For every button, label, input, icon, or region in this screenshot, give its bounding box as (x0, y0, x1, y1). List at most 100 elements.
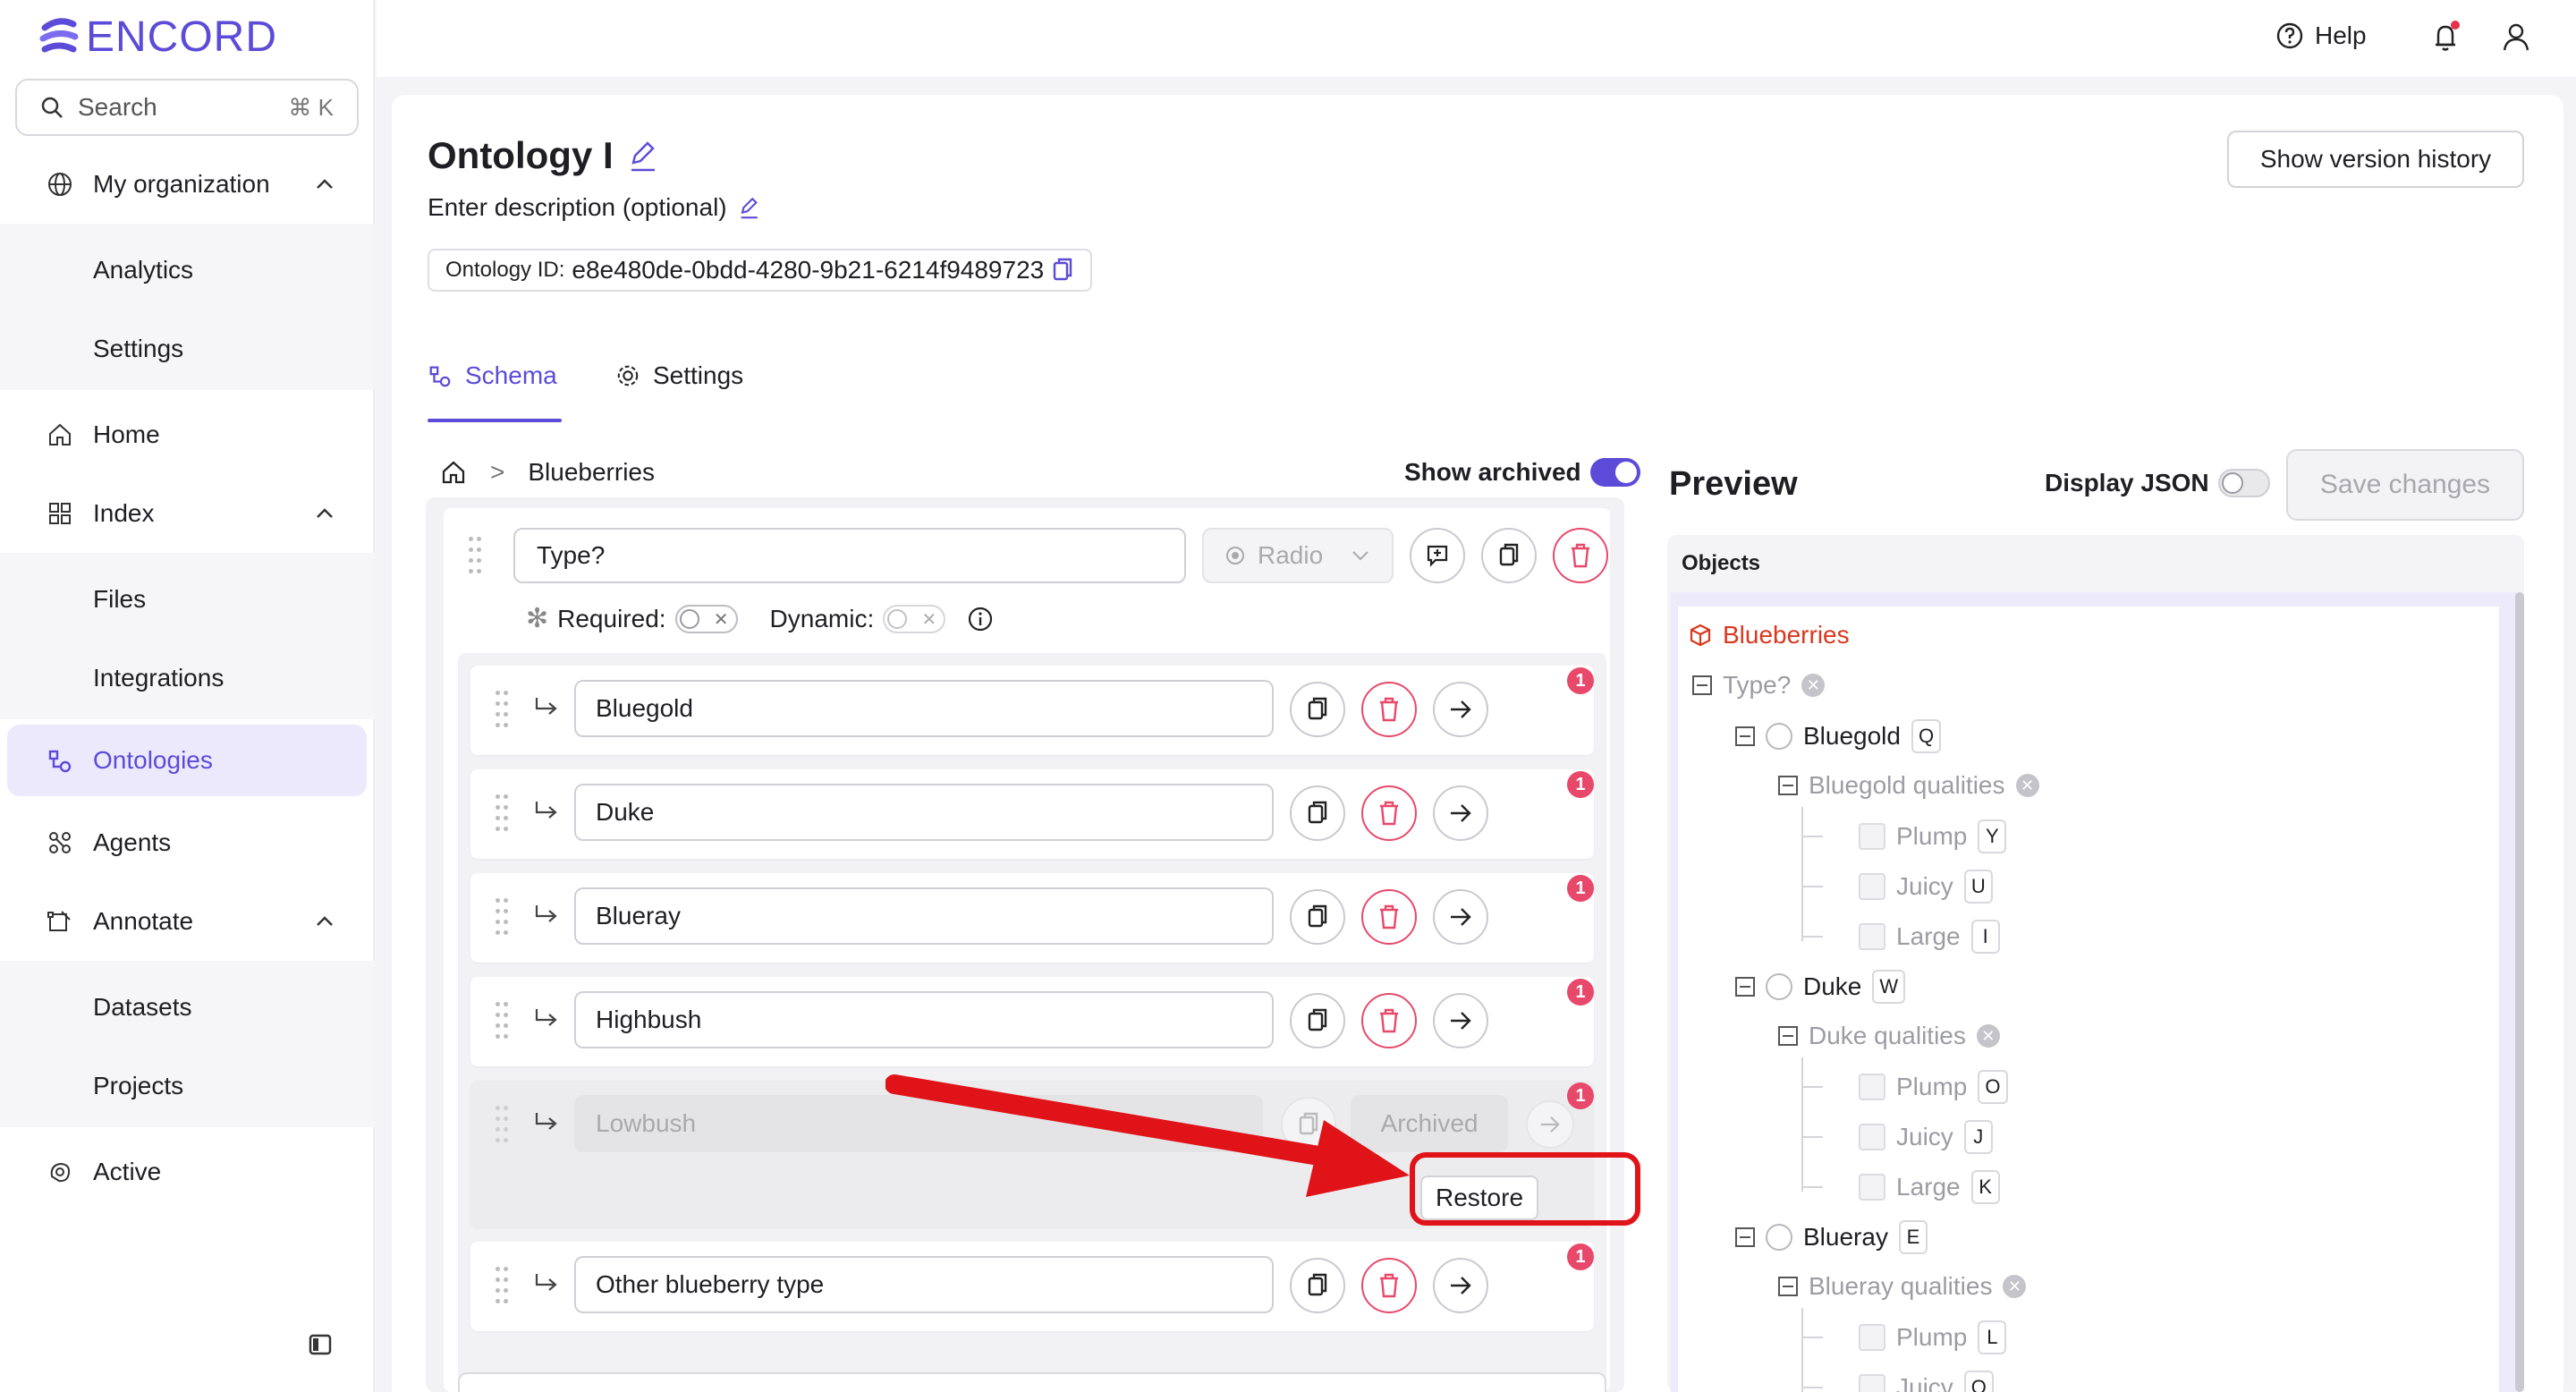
save-changes-button[interactable]: Save changes (2286, 449, 2524, 521)
preview-option-bluegold[interactable]: Bluegold Q (1735, 719, 1942, 753)
show-archived-toggle[interactable] (1589, 458, 1640, 487)
preview-checkbox-item[interactable]: Juicy J (1859, 1120, 1993, 1154)
search-input[interactable]: Search ⌘ K (15, 79, 359, 136)
open-option-button[interactable] (1433, 785, 1488, 841)
clear-icon[interactable]: ✕ (1801, 674, 1826, 697)
option-input[interactable]: Blueray (574, 887, 1274, 945)
collapse-icon[interactable] (1735, 1227, 1755, 1247)
duplicate-option-button[interactable] (1290, 682, 1345, 737)
collapse-icon[interactable] (1778, 776, 1798, 795)
edit-description-icon[interactable] (736, 195, 761, 220)
edit-title-icon[interactable] (624, 138, 660, 174)
preview-checkbox-item[interactable]: Large I (1859, 920, 2000, 954)
checkbox[interactable] (1859, 923, 1885, 950)
duplicate-option-button[interactable] (1290, 993, 1345, 1048)
radio-button[interactable] (1766, 723, 1792, 750)
drag-handle[interactable] (496, 794, 510, 834)
add-option-button[interactable] (458, 1372, 1606, 1392)
drag-handle[interactable] (496, 1106, 510, 1145)
checkbox[interactable] (1859, 1124, 1885, 1150)
sidebar-item-integrations[interactable]: Integrations (0, 639, 375, 717)
add-nested-button[interactable] (1410, 528, 1465, 583)
preview-option-blueray[interactable]: Blueray E (1735, 1220, 1928, 1254)
option-input[interactable]: Highbush (574, 991, 1274, 1048)
checkbox[interactable] (1859, 1074, 1885, 1100)
delete-option-button[interactable] (1361, 682, 1417, 737)
preview-checkbox-item[interactable]: Plump L (1859, 1320, 2007, 1354)
sidebar-item-analytics[interactable]: Analytics (0, 231, 375, 310)
radio-button[interactable] (1766, 1224, 1792, 1251)
radio-button[interactable] (1766, 973, 1792, 1000)
duplicate-option-button[interactable] (1290, 1258, 1345, 1313)
collapse-icon[interactable] (1735, 977, 1755, 997)
delete-option-button[interactable] (1361, 1258, 1417, 1313)
drag-handle[interactable] (469, 537, 483, 576)
sidebar-item-files[interactable]: Files (0, 560, 375, 639)
delete-option-button[interactable] (1361, 785, 1417, 841)
checkbox[interactable] (1859, 1374, 1885, 1392)
display-json-toggle[interactable] (2217, 469, 2270, 497)
copy-id-icon[interactable] (1051, 257, 1074, 284)
option-input[interactable]: Bluegold (574, 680, 1274, 737)
sidebar-item-index[interactable]: Index (0, 474, 375, 553)
collapse-icon[interactable] (1778, 1026, 1798, 1046)
open-option-button[interactable] (1433, 682, 1488, 737)
collapse-icon[interactable] (1735, 726, 1755, 746)
delete-option-button[interactable] (1361, 993, 1417, 1048)
duplicate-option-button[interactable] (1290, 785, 1345, 841)
tab-schema[interactable]: Schema (428, 361, 557, 390)
sidebar-item-settings[interactable]: Settings (0, 310, 375, 388)
sidebar-item-my-organization[interactable]: My organization (0, 145, 375, 224)
delete-option-button[interactable] (1361, 889, 1417, 945)
breadcrumb-current[interactable]: Blueberries (528, 458, 655, 487)
sidebar-item-home[interactable]: Home (0, 395, 375, 474)
checkbox[interactable] (1859, 873, 1885, 900)
drag-handle[interactable] (496, 691, 510, 730)
collapse-sidebar-icon[interactable] (308, 1333, 333, 1356)
duplicate-question-button[interactable] (1481, 528, 1537, 583)
preview-checkbox-item[interactable]: Juicy U (1859, 870, 1993, 904)
sidebar-item-datasets[interactable]: Datasets (0, 968, 375, 1047)
question-input[interactable]: Type? (513, 528, 1186, 583)
required-toggle[interactable]: ✕ (674, 604, 738, 633)
sidebar-item-ontologies[interactable]: Ontologies (7, 725, 367, 796)
sidebar-item-annotate[interactable]: Annotate (0, 882, 375, 961)
chevron-up-icon[interactable] (315, 178, 335, 191)
open-option-button[interactable] (1433, 889, 1488, 945)
sidebar-item-projects[interactable]: Projects (0, 1047, 375, 1125)
clear-icon[interactable]: ✕ (2015, 774, 2039, 797)
option-input[interactable]: Other blueberry type (574, 1256, 1274, 1313)
home-icon[interactable] (440, 459, 467, 486)
preview-checkbox-item[interactable]: Juicy O (1859, 1371, 1994, 1392)
checkbox[interactable] (1859, 1174, 1885, 1201)
preview-checkbox-item[interactable]: Large K (1859, 1170, 2000, 1204)
user-menu-button[interactable] (2501, 21, 2531, 52)
question-type-select[interactable]: Radio (1202, 528, 1394, 583)
sidebar-item-active[interactable]: Active (0, 1133, 375, 1211)
preview-option-duke[interactable]: Duke W (1735, 970, 1906, 1004)
chevron-up-icon[interactable] (315, 915, 335, 928)
sidebar-item-agents[interactable]: Agents (0, 803, 375, 882)
open-option-button[interactable] (1433, 1258, 1488, 1313)
drag-handle[interactable] (496, 1002, 510, 1041)
chevron-up-icon[interactable] (315, 507, 335, 520)
preview-checkbox-item[interactable]: Plump O (1859, 1070, 2008, 1104)
duplicate-option-button[interactable] (1290, 889, 1345, 945)
option-input[interactable]: Duke (574, 784, 1274, 841)
checkbox[interactable] (1859, 1324, 1885, 1351)
help-button[interactable]: Help (2275, 21, 2367, 50)
collapse-icon[interactable] (1692, 675, 1712, 695)
show-version-history-button[interactable]: Show version history (2227, 131, 2524, 188)
checkbox[interactable] (1859, 823, 1885, 850)
drag-handle[interactable] (496, 1267, 510, 1306)
clear-icon[interactable]: ✕ (2003, 1275, 2027, 1298)
preview-object[interactable]: Blueberries (1689, 621, 1850, 649)
tab-settings[interactable]: Settings (615, 361, 743, 390)
preview-scrollbar[interactable] (2515, 592, 2524, 1392)
info-icon[interactable] (967, 606, 994, 632)
open-option-button[interactable] (1433, 993, 1488, 1048)
collapse-icon[interactable] (1778, 1277, 1798, 1296)
delete-question-button[interactable] (1553, 528, 1608, 583)
dynamic-toggle[interactable]: ✕ (883, 604, 946, 633)
encord-logo[interactable]: ENCORD (38, 13, 277, 62)
